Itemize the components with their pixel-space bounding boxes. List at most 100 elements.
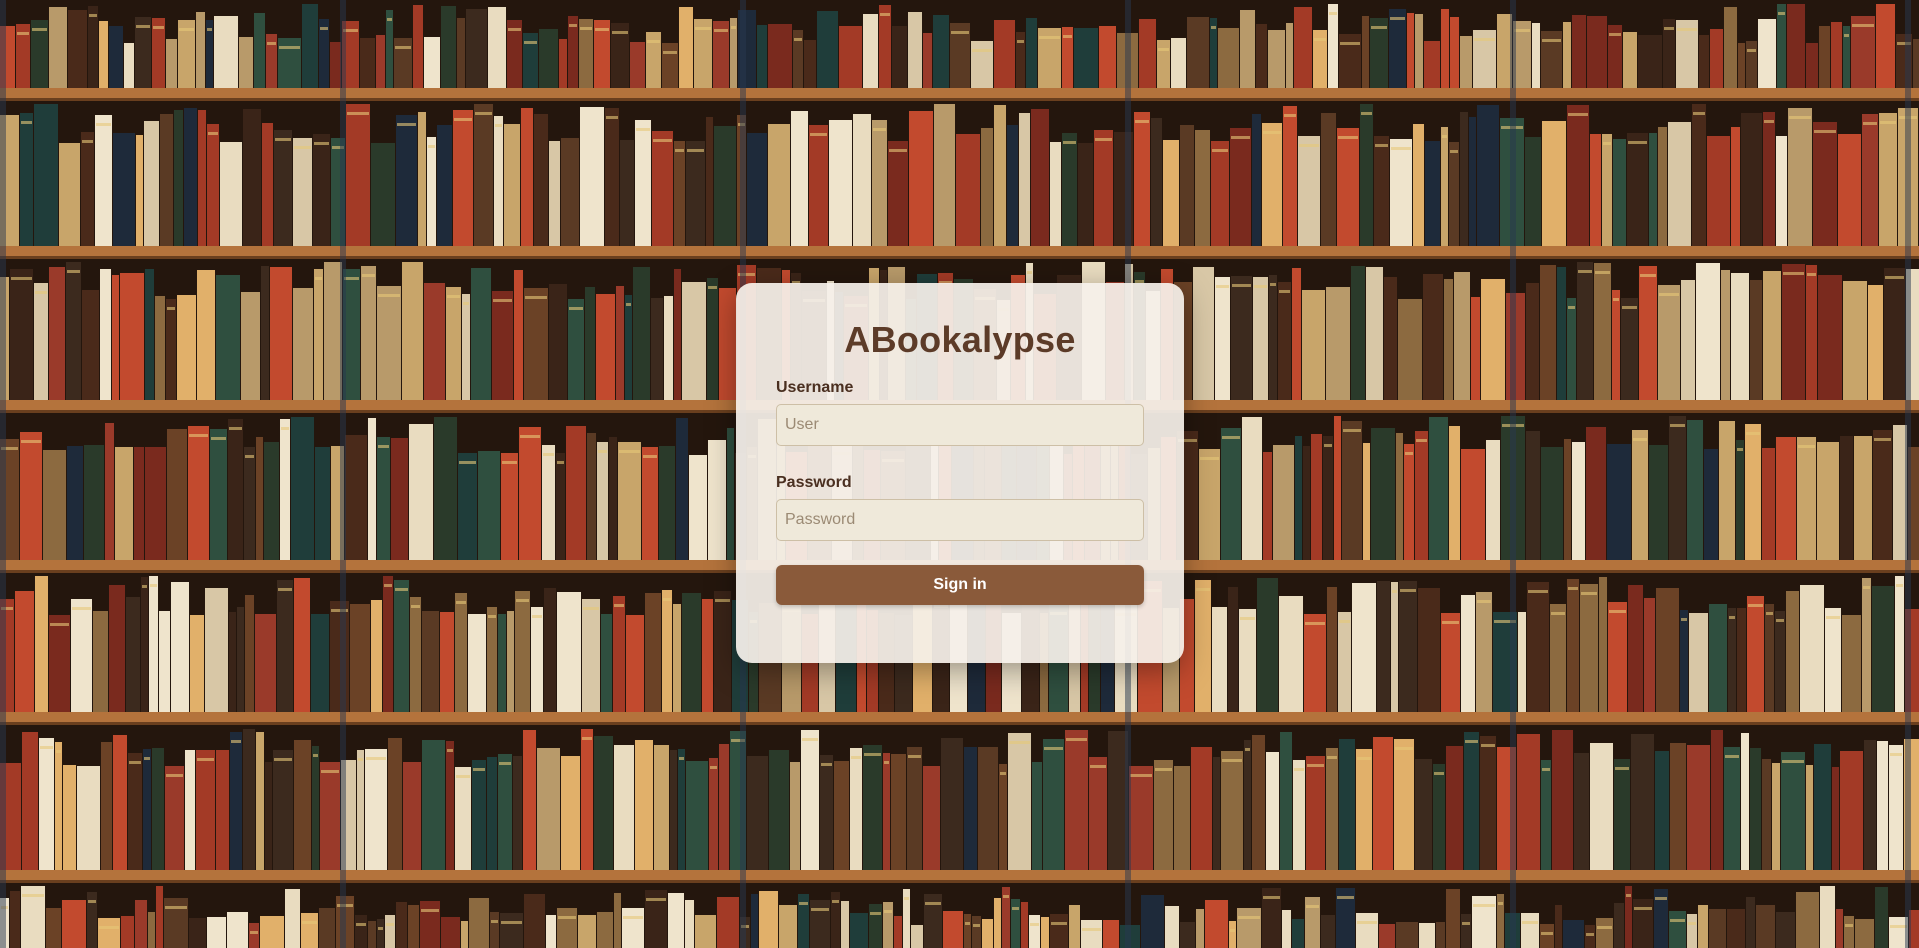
book-spine <box>1656 588 1679 712</box>
book-spine <box>422 740 445 870</box>
book-band <box>1693 112 1705 115</box>
book-spine <box>256 437 263 560</box>
book-band <box>1498 902 1503 905</box>
book-spine <box>115 447 133 560</box>
book-spine <box>112 275 119 400</box>
book-spine <box>1257 578 1278 712</box>
book-spine <box>315 447 330 560</box>
book-band <box>1329 12 1337 15</box>
book-spine <box>1278 282 1291 400</box>
book-spine <box>1404 444 1414 560</box>
book-spine <box>863 745 882 870</box>
book-spine <box>978 747 998 870</box>
book-spine <box>1282 910 1291 948</box>
book-band <box>197 758 214 761</box>
book-spine <box>613 596 625 712</box>
book-spine <box>1078 143 1093 246</box>
book-spine <box>686 761 708 870</box>
book-spine <box>853 114 871 246</box>
book-spine <box>1441 9 1449 88</box>
book-spine <box>143 749 151 870</box>
username-input[interactable] <box>776 404 1144 446</box>
book-spine <box>264 442 279 560</box>
book-band <box>502 461 517 464</box>
book-spine <box>1396 922 1418 948</box>
book-spine <box>622 908 644 948</box>
book-band <box>17 32 29 35</box>
book-band <box>965 922 970 925</box>
book-spine <box>1872 586 1894 712</box>
book-spine <box>668 893 684 948</box>
book-spine <box>546 915 556 948</box>
book-spine <box>1425 141 1440 246</box>
book-band <box>1622 306 1637 309</box>
book-spine <box>1721 270 1730 400</box>
book-band <box>96 123 111 126</box>
book-spine <box>537 748 560 870</box>
book-spine <box>1089 757 1107 870</box>
book-spine <box>458 453 477 560</box>
book-band <box>525 296 547 299</box>
book-spine <box>1239 609 1256 712</box>
book-spine <box>616 286 624 400</box>
book-band <box>1814 130 1836 133</box>
book-spine <box>557 908 577 948</box>
shelf-post <box>1510 0 1516 948</box>
book-band <box>35 291 47 294</box>
password-input[interactable] <box>776 499 1144 541</box>
book-spine <box>210 429 227 560</box>
book-spine <box>1741 113 1762 246</box>
book-band <box>1361 112 1372 115</box>
book-spine <box>1449 142 1459 246</box>
book-spine <box>134 447 144 560</box>
book-band <box>582 737 592 740</box>
book-spine <box>1613 139 1626 246</box>
book-spine <box>1526 283 1539 400</box>
sign-in-button[interactable]: Sign in <box>776 565 1144 605</box>
book-spine <box>1532 23 1540 88</box>
book-spine <box>84 445 104 560</box>
book-spine <box>587 433 596 560</box>
book-spine <box>1031 109 1049 246</box>
book-spine <box>1563 22 1571 88</box>
book-spine <box>1806 43 1818 88</box>
book-spine <box>1707 136 1730 246</box>
book-spine <box>964 914 971 948</box>
book-band <box>1000 772 1006 775</box>
book-spine <box>1450 17 1459 88</box>
book-band <box>21 440 41 443</box>
book-spine <box>1011 899 1020 948</box>
book-spine <box>1884 268 1905 400</box>
book-band <box>40 746 53 749</box>
book-band <box>832 900 839 903</box>
book-band <box>532 615 542 618</box>
book-spine <box>160 114 173 246</box>
book-spine <box>1449 426 1460 560</box>
book-spine <box>371 143 395 246</box>
book-spine <box>188 426 209 560</box>
book-spine <box>642 447 658 560</box>
book-spine <box>1292 268 1301 400</box>
book-band <box>1677 28 1697 31</box>
book-spine <box>635 120 651 246</box>
book-spine <box>99 21 108 88</box>
book-spine <box>1737 608 1746 712</box>
book-spine <box>834 761 849 870</box>
book-spine <box>1399 581 1417 712</box>
book-band <box>1863 122 1877 125</box>
book-spine <box>1065 730 1088 870</box>
book-spine <box>1614 903 1624 948</box>
book-band <box>1230 929 1235 932</box>
book-spine <box>1842 615 1861 712</box>
book-spine <box>487 607 497 712</box>
book-spine <box>702 599 713 712</box>
book-spine <box>1469 117 1476 246</box>
book-band <box>1238 916 1260 919</box>
book-spine <box>453 110 473 246</box>
book-band <box>802 738 818 741</box>
book-band <box>1416 439 1427 442</box>
book-spine <box>1429 417 1448 560</box>
book-band <box>1196 588 1210 591</box>
book-band <box>972 49 992 52</box>
book-band <box>1263 131 1281 134</box>
